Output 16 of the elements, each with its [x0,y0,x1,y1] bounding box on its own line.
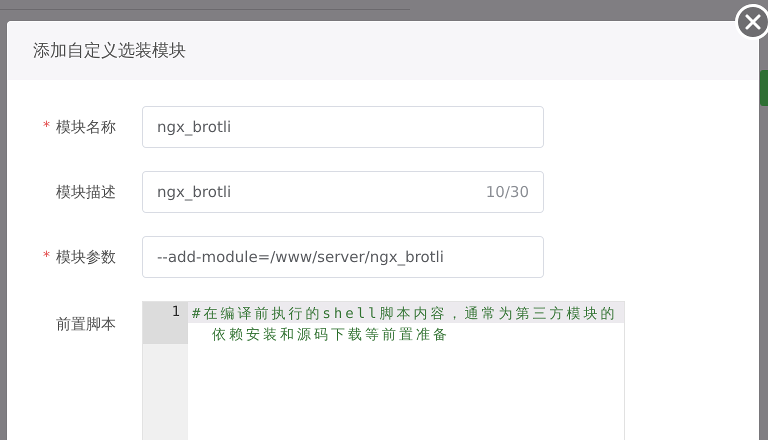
field-label: 模块名称 [56,118,116,136]
input-field[interactable]: ngx_brotli 10/30 [142,171,544,213]
close-icon [744,13,762,31]
required-mark: * [43,119,50,135]
close-button[interactable] [735,4,768,40]
dialog-title: 添加自定义选装模块 [33,40,186,62]
character-counter: 10/30 [486,183,529,201]
code-line: #在编译前执行的shell脚本内容，通常为第三方模块的依赖安装和源码下载等前置准备 [192,305,619,345]
required-mark: * [43,249,50,265]
input-field[interactable]: --add-module=/www/server/ngx_brotli [142,236,544,278]
code-editor[interactable]: 1 #在编译前执行的shell脚本内容，通常为第三方模块的依赖安装和源码下载等前置准备 [142,301,625,440]
field-label: 模块描述 [56,182,116,202]
input-field[interactable]: ngx_brotli [142,106,544,148]
field-label: 模块参数 [56,248,116,266]
line-number: 1 [172,304,180,322]
field-label: 前置脚本 [56,315,116,334]
